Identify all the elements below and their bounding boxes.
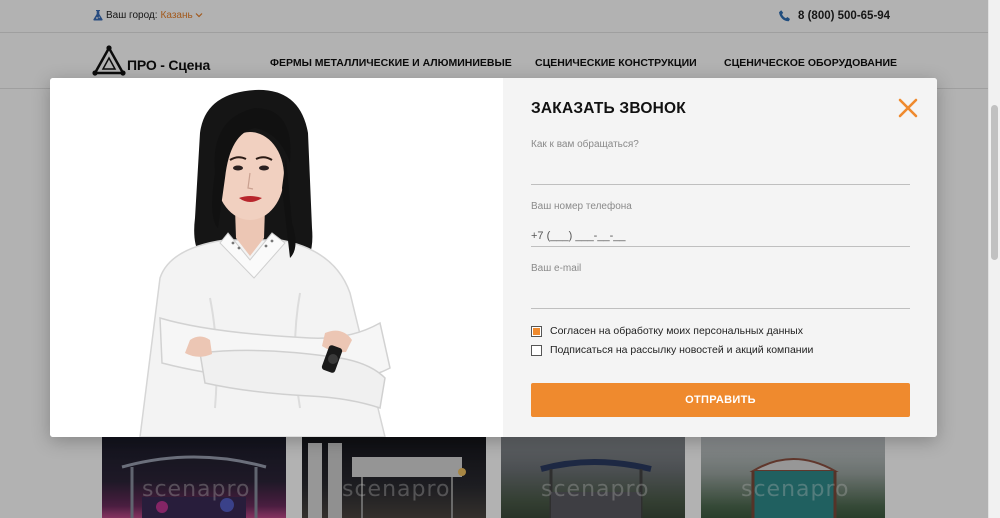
consent-label: Согласен на обработку моих персональных … xyxy=(550,325,803,337)
modal-title: ЗАКАЗАТЬ ЗВОНОК xyxy=(531,100,686,117)
name-field-group: Как к вам обращаться? xyxy=(531,139,910,187)
phone-label: Ваш номер телефона xyxy=(531,201,632,212)
phone-input[interactable] xyxy=(531,225,910,247)
submit-button[interactable]: ОТПРАВИТЬ xyxy=(531,383,910,417)
phone-field-group: Ваш номер телефона xyxy=(531,201,910,249)
scrollbar-thumb[interactable] xyxy=(991,105,998,260)
consultant-photo xyxy=(50,78,503,437)
name-label: Как к вам обращаться? xyxy=(531,139,639,150)
consent-checkbox-row[interactable]: Согласен на обработку моих персональных … xyxy=(531,325,803,337)
consent-checkbox[interactable] xyxy=(531,325,542,337)
name-input[interactable] xyxy=(531,163,910,185)
newsletter-checkbox[interactable] xyxy=(531,344,542,356)
email-input[interactable] xyxy=(531,287,910,309)
close-icon[interactable] xyxy=(897,97,919,119)
email-field-group: Ваш e-mail xyxy=(531,263,910,311)
newsletter-checkbox-row[interactable]: Подписаться на рассылку новостей и акций… xyxy=(531,344,813,356)
consultant-illustration xyxy=(139,89,391,437)
email-label: Ваш e-mail xyxy=(531,263,582,274)
callback-modal: ЗАКАЗАТЬ ЗВОНОК Как к вам обращаться? Ва… xyxy=(50,78,937,437)
newsletter-label: Подписаться на рассылку новостей и акций… xyxy=(550,344,814,356)
page-scrollbar[interactable] xyxy=(988,0,1000,518)
callback-form: ЗАКАЗАТЬ ЗВОНОК Как к вам обращаться? Ва… xyxy=(503,78,937,437)
